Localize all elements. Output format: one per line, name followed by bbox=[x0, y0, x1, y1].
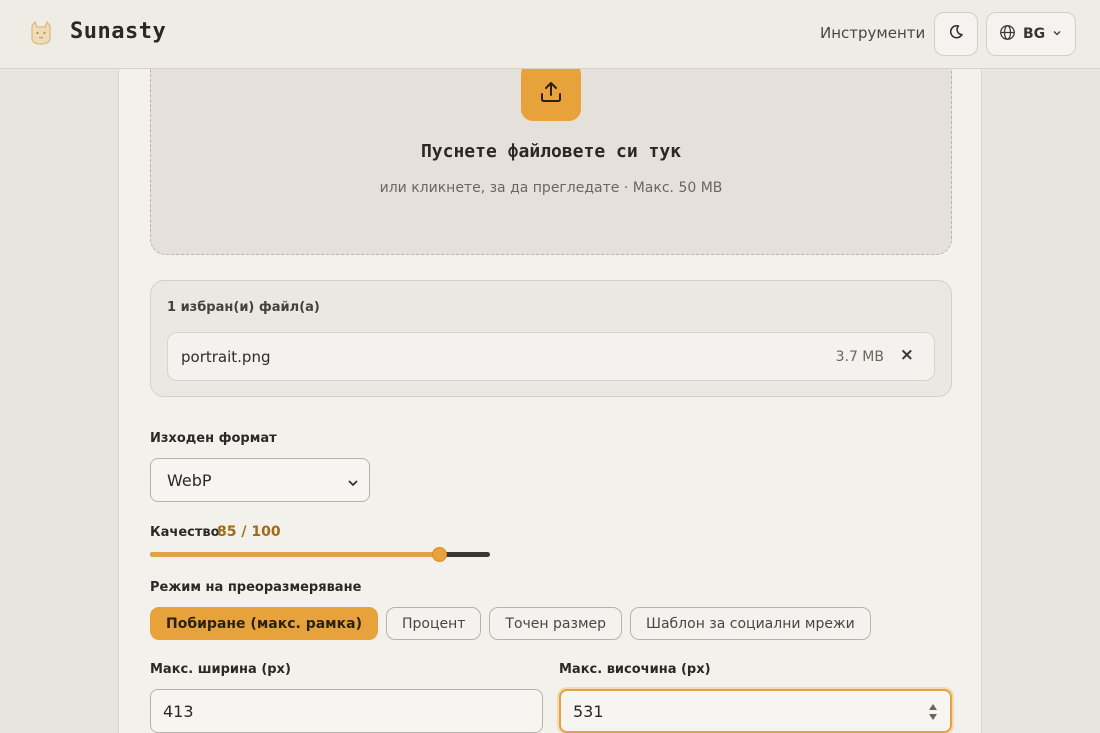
file-size: 3.7 MB bbox=[835, 349, 884, 365]
globe-icon bbox=[999, 24, 1016, 45]
max-height-label: Макс. височина (px) bbox=[559, 662, 711, 677]
upload-icon bbox=[521, 62, 581, 121]
output-format-label: Изходен формат bbox=[150, 431, 277, 446]
top-header: Sunasty Инструменти BG bbox=[0, 0, 1100, 69]
resize-mode-label: Режим на преоразмеряване bbox=[150, 580, 362, 595]
max-height-value: 531 bbox=[573, 701, 604, 721]
quality-value: 85 / 100 bbox=[217, 524, 281, 540]
language-selector-button[interactable]: BG bbox=[986, 12, 1076, 56]
brand-name[interactable]: Sunasty bbox=[70, 19, 166, 44]
dropzone-title: Пуснете файловете си тук bbox=[420, 141, 682, 162]
max-height-input[interactable]: 531 bbox=[559, 689, 952, 733]
resize-mode-percent-button[interactable]: Процент bbox=[385, 607, 482, 640]
resize-mode-group: Побиране (макс. рамка) Процент Точен раз… bbox=[150, 607, 871, 640]
chevron-down-icon bbox=[1052, 26, 1062, 42]
quality-slider[interactable] bbox=[150, 547, 490, 562]
moon-icon bbox=[948, 24, 964, 44]
quality-slider-thumb[interactable] bbox=[432, 547, 447, 562]
remove-file-button[interactable]: × bbox=[900, 345, 914, 365]
max-width-value: 413 bbox=[163, 701, 194, 721]
language-code: BG bbox=[1023, 26, 1046, 42]
resize-mode-exact-button[interactable]: Точен размер bbox=[489, 607, 622, 640]
cat-logo-icon[interactable] bbox=[26, 18, 56, 48]
file-list-item: portrait.png 3.7 MB × bbox=[167, 332, 935, 381]
selected-files-panel: 1 избран(и) файл(а) portrait.png 3.7 MB … bbox=[150, 280, 952, 397]
dropzone-subtitle: или кликнете, за да прегледате · Макс. 5… bbox=[379, 180, 723, 196]
quality-label: Качество bbox=[150, 525, 220, 540]
converter-card: Пуснете файловете си тук или кликнете, з… bbox=[118, 0, 982, 733]
output-format-select[interactable]: WebP bbox=[150, 458, 370, 502]
chevron-down-icon bbox=[347, 474, 359, 493]
max-width-input[interactable]: 413 bbox=[150, 689, 543, 733]
file-name: portrait.png bbox=[181, 348, 271, 366]
number-spinner-icon[interactable] bbox=[928, 702, 938, 726]
output-format-value: WebP bbox=[167, 470, 212, 490]
max-width-label: Макс. ширина (px) bbox=[150, 662, 291, 677]
quality-slider-fill bbox=[150, 552, 439, 557]
theme-toggle-button[interactable] bbox=[934, 12, 978, 56]
resize-mode-social-button[interactable]: Шаблон за социални мрежи bbox=[630, 607, 871, 640]
files-count-label: 1 избран(и) файл(а) bbox=[167, 300, 320, 315]
nav-tools-link[interactable]: Инструменти bbox=[820, 24, 925, 42]
resize-mode-fit-button[interactable]: Побиране (макс. рамка) bbox=[150, 607, 378, 640]
